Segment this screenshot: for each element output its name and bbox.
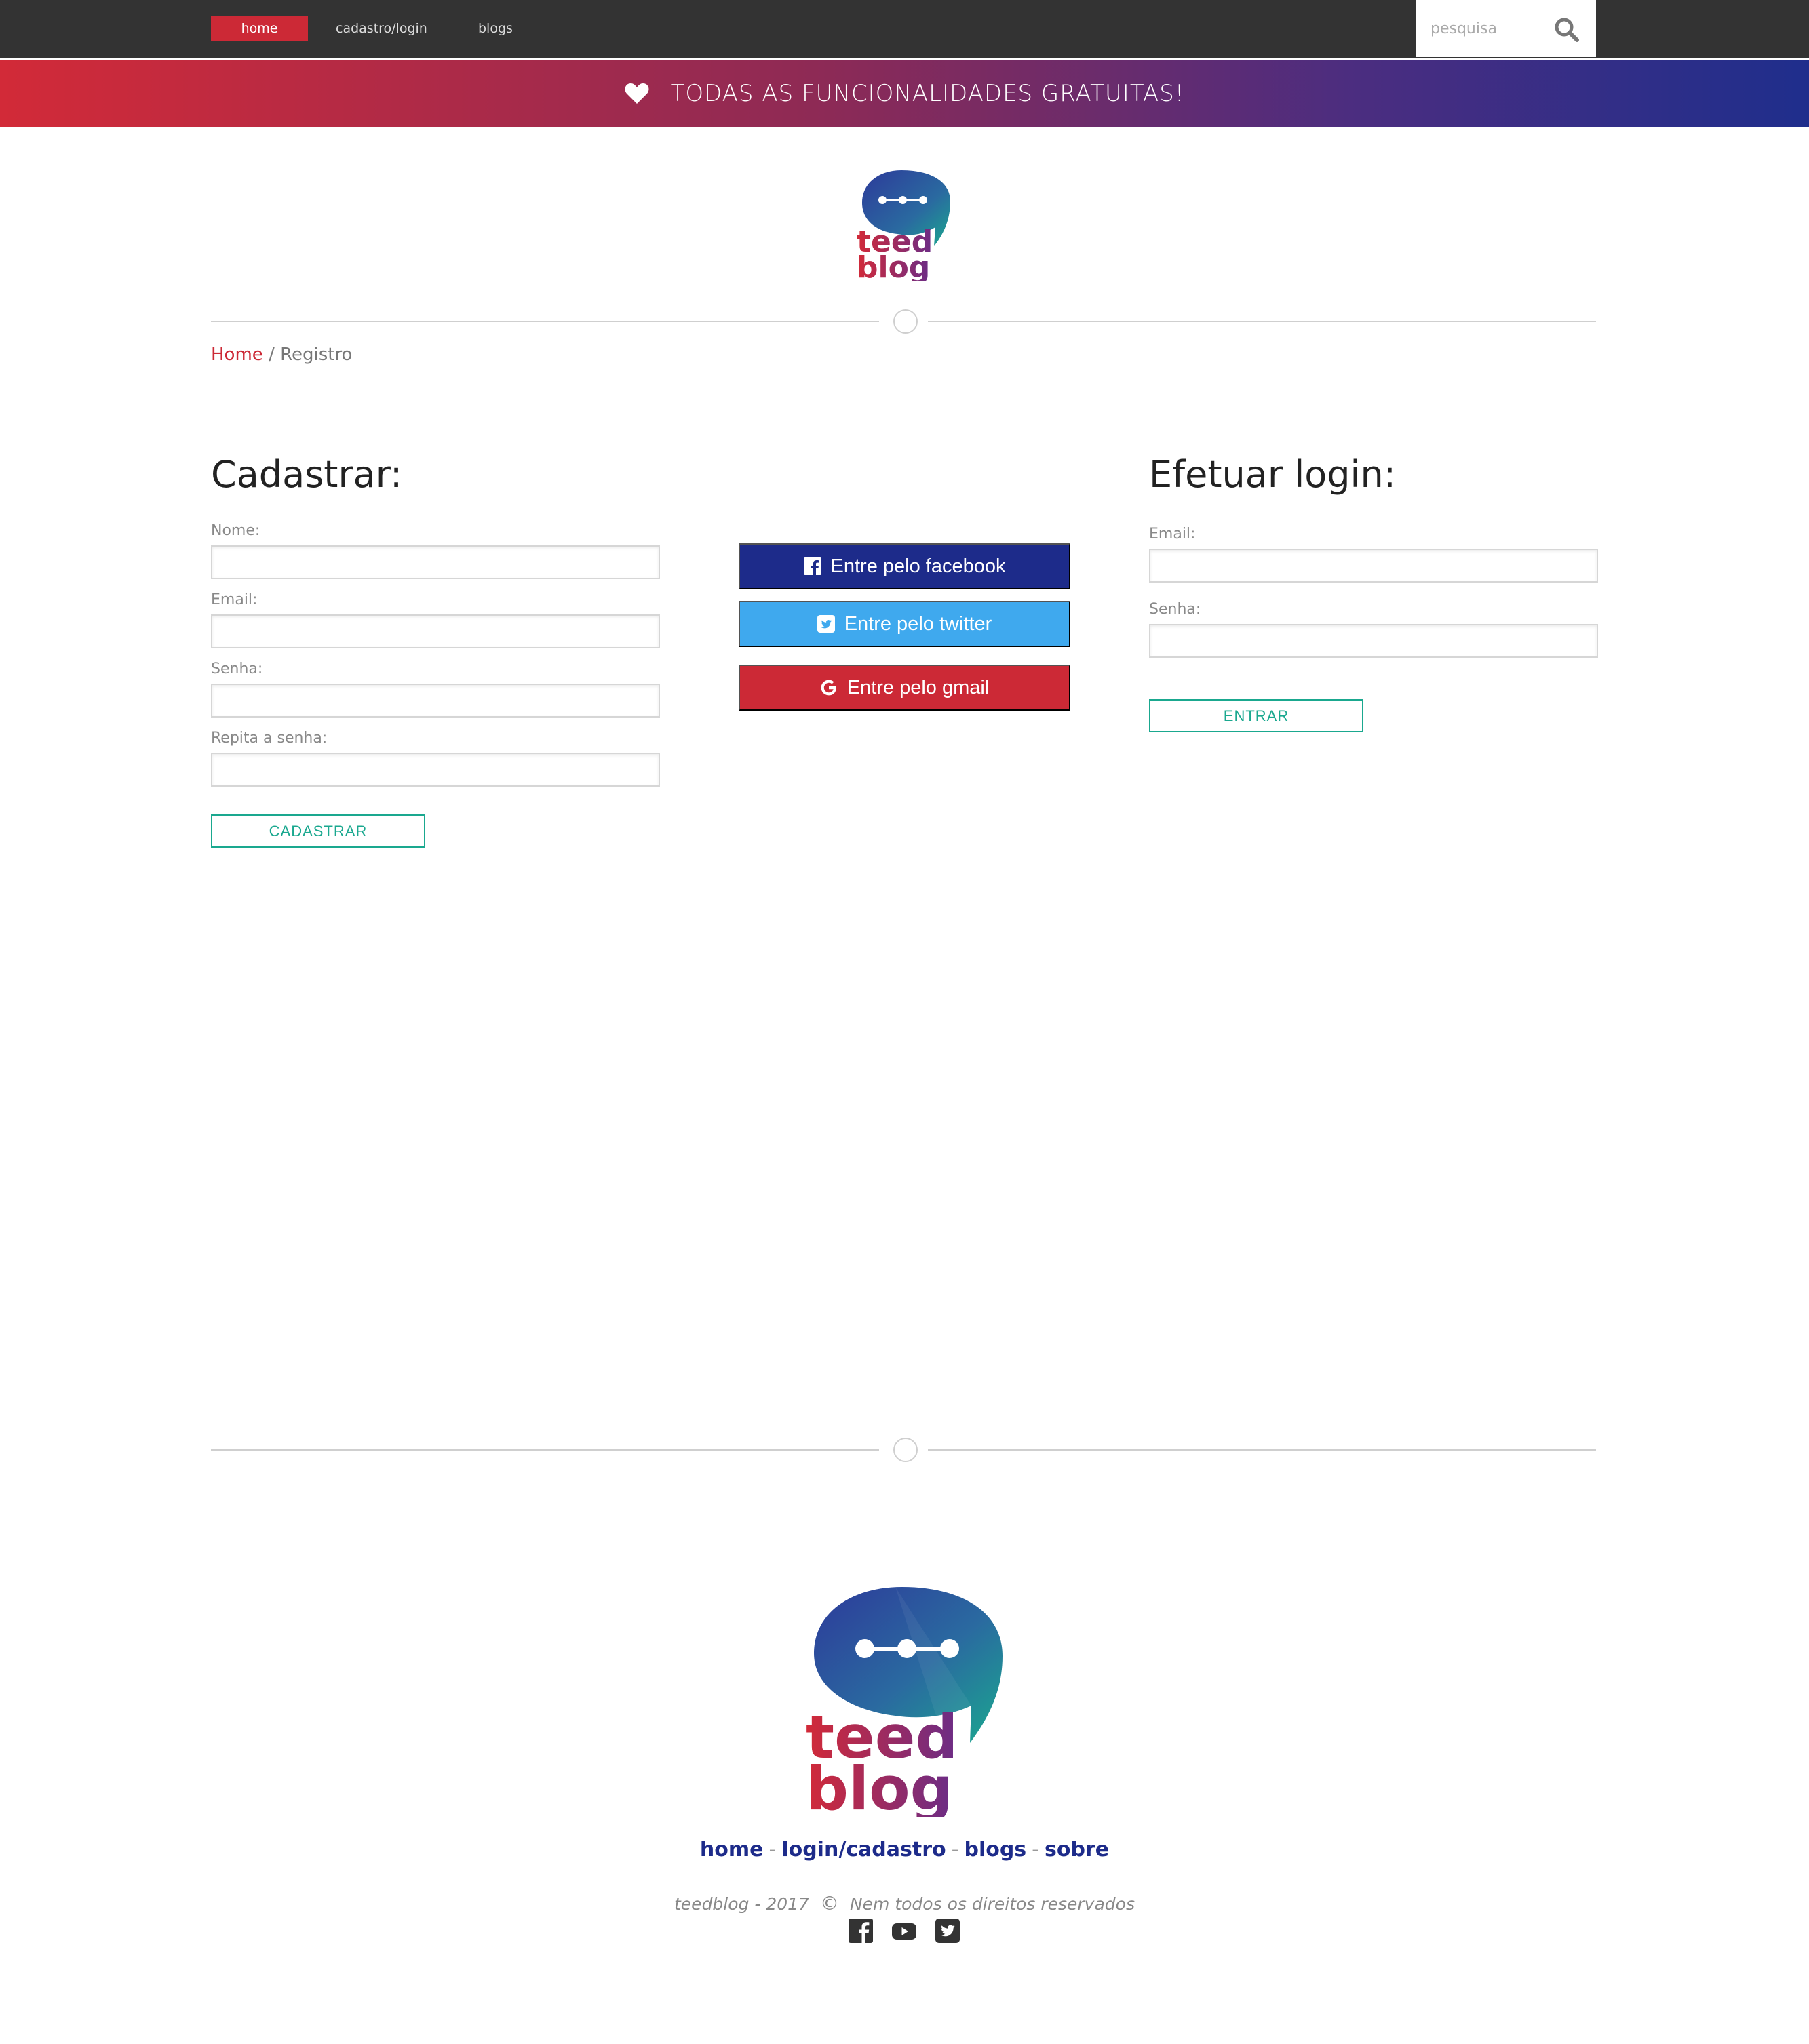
email-label: Email: bbox=[211, 591, 258, 608]
search-icon[interactable] bbox=[1553, 16, 1580, 43]
login-senha-field[interactable] bbox=[1149, 624, 1598, 658]
cadastrar-button[interactable]: CADASTRAR bbox=[211, 814, 425, 848]
cadastro-title: Cadastrar: bbox=[211, 453, 403, 496]
breadcrumb: Home / Registro bbox=[211, 345, 352, 365]
logo-footer-text-blog: blog bbox=[806, 1754, 953, 1817]
search-input[interactable] bbox=[1431, 15, 1546, 42]
twitter-icon bbox=[817, 615, 835, 633]
nav-home-link[interactable]: home bbox=[211, 16, 308, 41]
nome-label: Nome: bbox=[211, 522, 260, 539]
facebook-icon bbox=[803, 557, 821, 575]
footer-nav: home - login/cadastro - blogs - sobre bbox=[0, 1838, 1809, 1862]
gmail-login-label: Entre pelo gmail bbox=[847, 676, 990, 699]
login-email-label: Email: bbox=[1149, 526, 1196, 543]
copyright-left: teedblog - 2017 bbox=[674, 1894, 809, 1914]
facebook-login-label: Entre pelo facebook bbox=[830, 555, 1006, 577]
twitter-login-label: Entre pelo twitter bbox=[844, 612, 992, 635]
promo-text: TODAS AS FUNCIONALIDADES GRATUITAS! bbox=[670, 80, 1185, 107]
repita-senha-label: Repita a senha: bbox=[211, 730, 328, 747]
repita-senha-field[interactable] bbox=[211, 753, 660, 787]
login-title: Efetuar login: bbox=[1149, 453, 1396, 496]
teedblog-logo-footer[interactable]: teed blog bbox=[800, 1580, 1011, 1817]
senha-label: Senha: bbox=[211, 661, 263, 677]
section-divider bbox=[211, 308, 1596, 335]
login-senha-label: Senha: bbox=[1149, 601, 1201, 618]
logo-text-blog: blog bbox=[857, 250, 930, 281]
nav-blogs-link[interactable]: blogs bbox=[478, 16, 513, 41]
footer-link-blogs[interactable]: blogs bbox=[964, 1838, 1026, 1862]
footer-link-sobre[interactable]: sobre bbox=[1045, 1838, 1109, 1862]
footer-separator: - bbox=[951, 1838, 959, 1862]
facebook-icon[interactable] bbox=[849, 1919, 873, 1943]
copyright-text: teedblog - 2017 © Nem todos os direitos re… bbox=[0, 1892, 1809, 1914]
copyright-right: Nem todos os direitos reservados bbox=[849, 1894, 1135, 1914]
footer-separator: - bbox=[1032, 1838, 1039, 1862]
login-email-field[interactable] bbox=[1149, 549, 1598, 583]
footer-link-login-cadastro[interactable]: login/cadastro bbox=[781, 1838, 946, 1862]
footer-separator: - bbox=[769, 1838, 777, 1862]
facebook-login-button[interactable]: Entre pelo facebook bbox=[739, 543, 1070, 589]
youtube-icon[interactable] bbox=[892, 1919, 916, 1943]
twitter-login-button[interactable]: Entre pelo twitter bbox=[739, 601, 1070, 647]
breadcrumb-home-link[interactable]: Home bbox=[211, 345, 263, 365]
heart-icon bbox=[625, 83, 649, 104]
footer-link-home[interactable]: home bbox=[700, 1838, 764, 1862]
teedblog-logo[interactable]: teed blog bbox=[850, 166, 958, 281]
entrar-button[interactable]: ENTRAR bbox=[1149, 699, 1363, 732]
section-divider bbox=[211, 1436, 1596, 1463]
breadcrumb-current: Registro bbox=[280, 345, 353, 365]
copyright-symbol: © bbox=[819, 1892, 839, 1914]
senha-field[interactable] bbox=[211, 684, 660, 718]
promo-banner: TODAS AS FUNCIONALIDADES GRATUITAS! bbox=[0, 60, 1809, 127]
twitter-icon[interactable] bbox=[935, 1919, 960, 1943]
email-field[interactable] bbox=[211, 614, 660, 648]
gmail-login-button[interactable]: Entre pelo gmail bbox=[739, 665, 1070, 711]
nav-cadastro-login-link[interactable]: cadastro/login bbox=[336, 16, 427, 41]
footer-social-icons bbox=[849, 1919, 960, 1946]
breadcrumb-separator: / bbox=[262, 345, 281, 365]
google-icon bbox=[821, 680, 836, 696]
nome-field[interactable] bbox=[211, 545, 660, 579]
